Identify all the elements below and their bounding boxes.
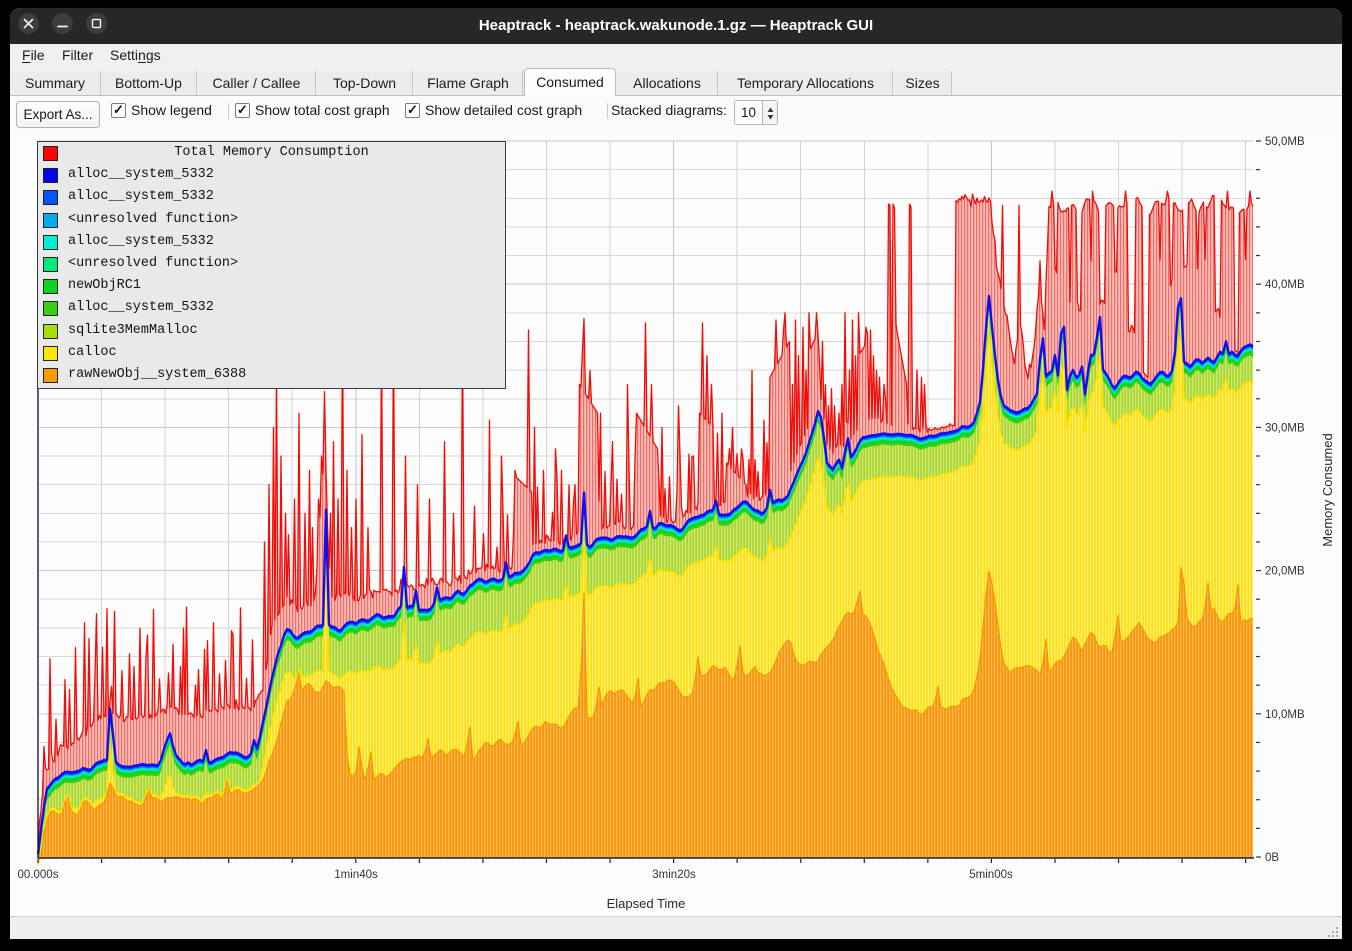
svg-text:10,0MB: 10,0MB: [1265, 709, 1305, 721]
svg-text:00.000s: 00.000s: [18, 869, 59, 881]
svg-text:3min20s: 3min20s: [652, 869, 696, 881]
svg-text:50,0MB: 50,0MB: [1265, 136, 1305, 148]
svg-text:Elapsed Time: Elapsed Time: [607, 896, 686, 911]
svg-text:20,0MB: 20,0MB: [1265, 566, 1305, 578]
svg-text:40,0MB: 40,0MB: [1265, 279, 1305, 291]
svg-text:Memory Consumed: Memory Consumed: [1320, 433, 1335, 546]
svg-text:5min00s: 5min00s: [969, 869, 1013, 881]
svg-text:0B: 0B: [1265, 852, 1279, 864]
svg-text:30,0MB: 30,0MB: [1265, 422, 1305, 434]
svg-text:1min40s: 1min40s: [334, 869, 378, 881]
